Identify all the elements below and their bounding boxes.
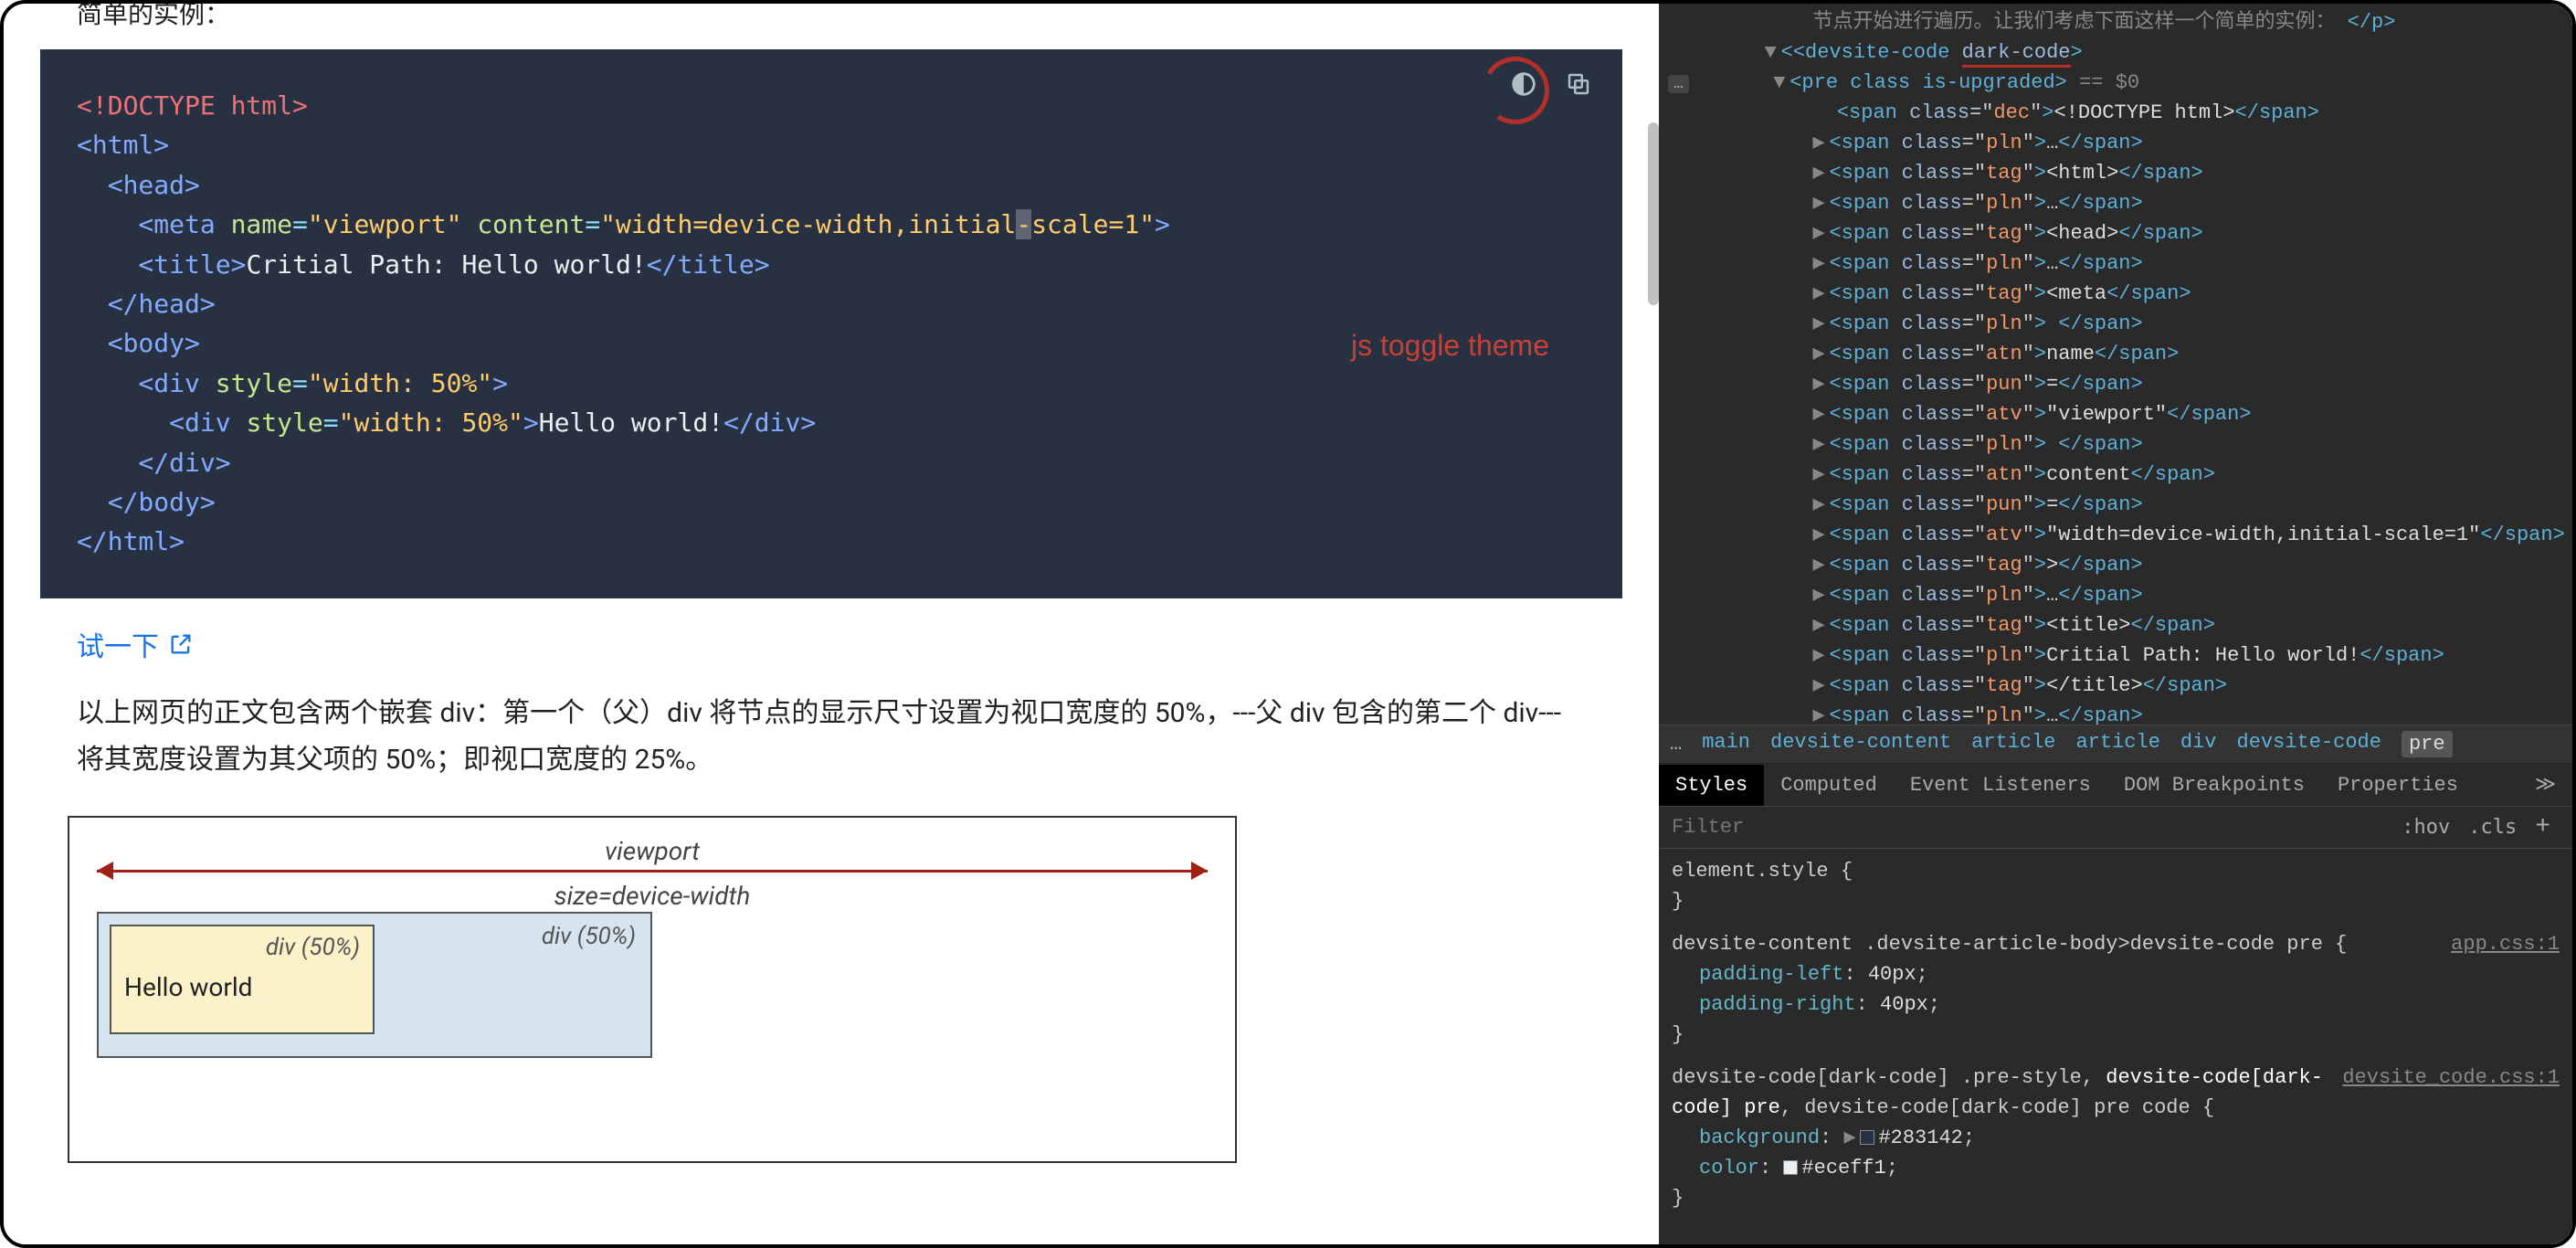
- tab-styles[interactable]: Styles: [1659, 765, 1764, 806]
- breadcrumb-item[interactable]: div: [2180, 731, 2217, 757]
- tab-dom-breakpoints[interactable]: DOM Breakpoints: [2107, 765, 2321, 806]
- tab-computed[interactable]: Computed: [1764, 765, 1894, 806]
- css-property[interactable]: padding-left: 40px;: [1672, 959, 2560, 989]
- code-action-bar: [1507, 68, 1595, 100]
- dom-row[interactable]: ▶<span class="pln">Critial Path: Hello w…: [1668, 640, 2563, 671]
- dom-row[interactable]: ▶<span class="pln"> </span>: [1668, 429, 2563, 460]
- dom-row[interactable]: ▶<span class="pln"> </span>: [1668, 309, 2563, 339]
- app-window: 简单的实例： js toggle theme <!DOCTYPE html> <…: [0, 0, 2576, 1248]
- dom-row[interactable]: ▶<span class="atv">"width=device-width,i…: [1668, 520, 2563, 550]
- dom-row[interactable]: ▶<span class="pln">…</span>: [1668, 701, 2563, 724]
- breadcrumb-item[interactable]: article: [2075, 731, 2159, 757]
- dom-row[interactable]: ▶<span class="pun">=</span>: [1668, 490, 2563, 520]
- dom-row[interactable]: ▶<span class="pln">…</span>: [1668, 188, 2563, 218]
- styles-filter-input[interactable]: [1672, 816, 2392, 839]
- theme-toggle-icon[interactable]: [1507, 68, 1540, 100]
- tabs-overflow-icon[interactable]: ≫: [2518, 764, 2572, 806]
- dom-row[interactable]: … ▼<pre class is-upgraded> == $0: [1668, 68, 2563, 98]
- outer-div-box: div (50%) div (50%) Hello world: [97, 912, 652, 1058]
- style-rule: devsite_code.css:1 devsite-code[dark-cod…: [1672, 1063, 2560, 1213]
- styles-pane[interactable]: element.style { } app.css:1 devsite-cont…: [1659, 849, 2572, 1244]
- heading-text: 简单的实例：: [77, 4, 1586, 31]
- dom-row[interactable]: ▶<span class="tag"><title></span>: [1668, 610, 2563, 640]
- styles-filter-row: :hov .cls +: [1659, 807, 2572, 849]
- code-block: js toggle theme <!DOCTYPE html> <html> <…: [40, 49, 1622, 598]
- cls-toggle[interactable]: .cls: [2459, 812, 2526, 842]
- style-rule: element.style { }: [1672, 856, 2560, 916]
- viewport-label-1: viewport: [97, 836, 1208, 867]
- dom-row[interactable]: ▶<span class="tag"></title></span>: [1668, 671, 2563, 701]
- dom-row[interactable]: ▶<span class="tag"><meta</span>: [1668, 279, 2563, 309]
- breadcrumb-ellipsis[interactable]: …: [1670, 733, 1682, 756]
- breadcrumb-item[interactable]: main: [1702, 731, 1750, 757]
- dom-row[interactable]: ▶<span class="pln">…</span>: [1668, 580, 2563, 610]
- add-rule-icon[interactable]: +: [2526, 813, 2560, 841]
- breadcrumb-item[interactable]: pre: [2402, 731, 2453, 757]
- dom-row[interactable]: ▶<span class="atn">name</span>: [1668, 339, 2563, 369]
- inner-div-label: div (50%): [266, 934, 360, 961]
- dom-row[interactable]: ▶<span class="atn">content</span>: [1668, 460, 2563, 490]
- breadcrumb-item[interactable]: devsite-content: [1770, 731, 1951, 757]
- styles-tabbar: StylesComputedEvent ListenersDOM Breakpo…: [1659, 764, 2572, 807]
- documentation-page: 简单的实例： js toggle theme <!DOCTYPE html> <…: [4, 4, 1659, 1244]
- breadcrumb-item[interactable]: devsite-code: [2237, 731, 2381, 757]
- hov-toggle[interactable]: :hov: [2392, 812, 2459, 842]
- dom-row[interactable]: <span class="dec"><!DOCTYPE html></span>: [1668, 98, 2563, 128]
- copy-icon[interactable]: [1562, 68, 1595, 100]
- rule-origin-link[interactable]: app.css:1: [2451, 929, 2560, 959]
- dom-row[interactable]: ▶<span class="pln">…</span>: [1668, 249, 2563, 279]
- dom-span-rows: <span class="dec"><!DOCTYPE html></span>…: [1668, 98, 2563, 724]
- try-it-label: 试一下: [77, 624, 159, 664]
- rule-close: }: [1672, 1183, 2560, 1213]
- tab-properties[interactable]: Properties: [2321, 765, 2475, 806]
- page-scrollbar[interactable]: [1648, 122, 1659, 305]
- external-link-icon: [168, 631, 194, 657]
- inner-div-box: div (50%) Hello world: [110, 925, 375, 1034]
- dom-row[interactable]: ▼<<devsite-code dark-code>: [1668, 37, 2563, 68]
- css-property[interactable]: padding-right: 40px;: [1672, 989, 2560, 1020]
- layout-diagram: viewport size=device-width div (50%) div…: [68, 816, 1237, 1163]
- viewport-label-2: size=device-width: [97, 881, 1208, 912]
- rule-selector: devsite-content .devsite-article-body>de…: [1672, 929, 2560, 959]
- truncated-text-row: 节点开始进行遍历。让我们考虑下面这样一个简单的实例： </p>: [1668, 7, 2563, 37]
- try-it-link[interactable]: 试一下: [77, 624, 194, 664]
- rule-close: }: [1672, 886, 2560, 916]
- dom-row[interactable]: ▶<span class="pun">=</span>: [1668, 369, 2563, 399]
- dom-row[interactable]: ▶<span class="pln">…</span>: [1668, 128, 2563, 158]
- css-property[interactable]: color: #eceff1;: [1672, 1153, 2560, 1183]
- elements-dom-tree[interactable]: 节点开始进行遍历。让我们考虑下面这样一个简单的实例： </p> ▼<<devsi…: [1659, 4, 2572, 724]
- style-rule: app.css:1 devsite-content .devsite-artic…: [1672, 929, 2560, 1050]
- outer-div-label: div (50%): [542, 923, 636, 950]
- viewport-arrow: [97, 868, 1208, 873]
- breadcrumb-item[interactable]: article: [1971, 731, 2055, 757]
- elements-breadcrumb: … main devsite-content article article divde…: [1659, 724, 2572, 764]
- tab-event-listeners[interactable]: Event Listeners: [1894, 765, 2107, 806]
- hello-world-text: Hello world: [124, 972, 360, 1002]
- annotation-label: js toggle theme: [1351, 323, 1549, 369]
- rule-selector: element.style {: [1672, 856, 2560, 886]
- body-paragraph: 以上网页的正文包含两个嵌套 div：第一个（父）div 将节点的显示尺寸设置为视…: [77, 690, 1586, 783]
- dom-row[interactable]: ▶<span class="tag"><html></span>: [1668, 158, 2563, 188]
- rule-close: }: [1672, 1020, 2560, 1050]
- dom-row[interactable]: ▶<span class="atv">"viewport"</span>: [1668, 399, 2563, 429]
- rule-origin-link[interactable]: devsite_code.css:1: [2342, 1063, 2560, 1093]
- dom-row[interactable]: ▶<span class="tag"><head></span>: [1668, 218, 2563, 249]
- dom-row[interactable]: ▶<span class="tag">></span>: [1668, 550, 2563, 580]
- devtools-panel: 节点开始进行遍历。让我们考虑下面这样一个简单的实例： </p> ▼<<devsi…: [1659, 4, 2572, 1244]
- css-property[interactable]: background: ▶#283142;: [1672, 1123, 2560, 1153]
